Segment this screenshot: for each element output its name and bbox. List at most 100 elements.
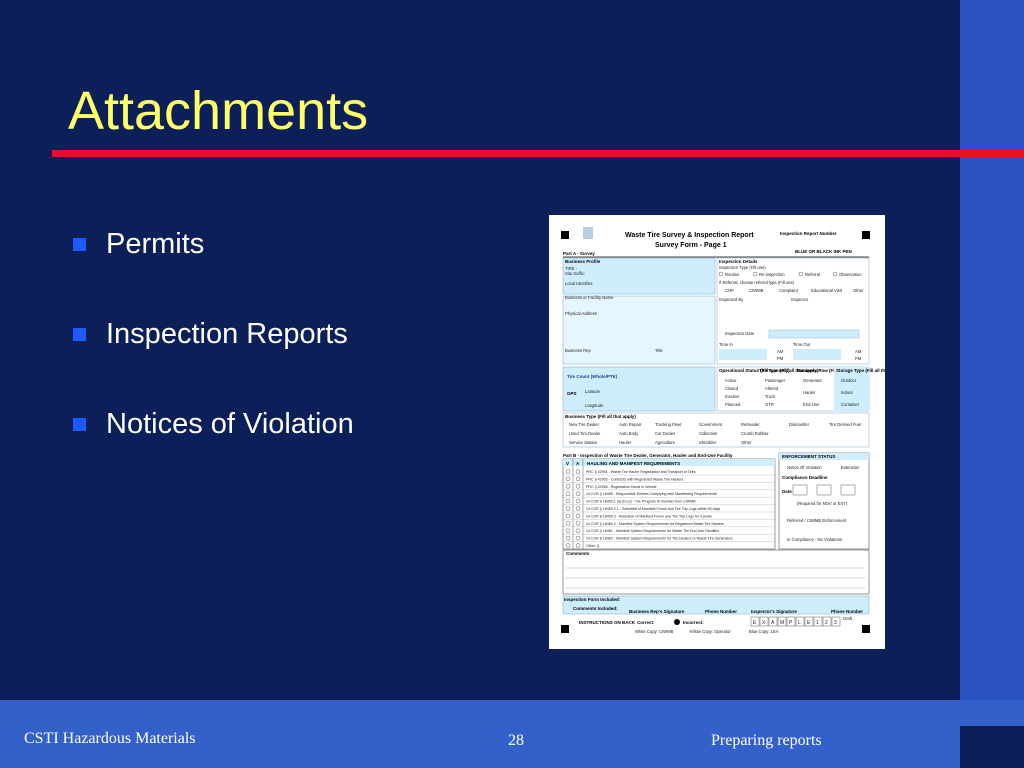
physical-address-label: Physical Address	[565, 311, 597, 316]
registration-mark	[862, 625, 870, 633]
svg-text:Correct:: Correct:	[637, 620, 655, 625]
requirement-row: PRC § 42953 - Contracts with Registered …	[586, 477, 684, 481]
form-subtitle: Survey Form - Page 1	[655, 242, 727, 249]
svg-text:Container: Container	[841, 402, 860, 407]
comments-label: Comments	[566, 551, 590, 556]
example-char: A	[771, 620, 775, 626]
time-out-label: Time Out	[793, 342, 811, 347]
svg-text:Compliance Deadline: Compliance Deadline	[782, 475, 828, 480]
svg-text:AM: AM	[777, 349, 784, 354]
example-char: L	[798, 620, 801, 626]
svg-text:Comments Included:: Comments Included:	[573, 606, 618, 611]
svg-text:Latitude: Latitude	[585, 389, 601, 394]
inspection-details-label: Inspection Details	[719, 259, 758, 264]
form-svg: Waste Tire Survey & Inspection Report Su…	[561, 227, 885, 634]
svg-text:Longitude: Longitude	[585, 403, 604, 408]
right-accent-band	[960, 0, 1024, 768]
registration-mark	[862, 231, 870, 239]
inspection-type-label: Inspection Type (Fill one)	[719, 265, 766, 270]
svg-text:Altered: Altered	[765, 386, 779, 391]
svg-text:Auto Repair: Auto Repair	[619, 422, 642, 427]
svg-text:PM: PM	[855, 356, 862, 361]
svg-text:Inspection Form Included:: Inspection Form Included:	[564, 597, 621, 602]
business-profile-label: Business Profile	[565, 259, 601, 264]
svg-text:Observation: Observation	[839, 272, 862, 277]
example-char: 3	[834, 620, 837, 626]
svg-text:Crumb Rubber: Crumb Rubber	[741, 431, 769, 436]
svg-text:Active: Active	[725, 378, 737, 383]
svg-text:Complaint: Complaint	[779, 288, 799, 293]
title-field-label: Title	[655, 348, 663, 353]
form-title: Waste Tire Survey & Inspection Report	[625, 232, 754, 239]
tire-count-label: Tire Count (Whole/PTE)	[567, 374, 618, 379]
requirement-row: Other: §	[586, 544, 599, 548]
business-rep-label: Business Rep	[565, 348, 592, 353]
svg-text:Agriculture: Agriculture	[655, 440, 676, 445]
bullet-item: Inspection Reports	[70, 312, 354, 402]
footer-course-name: CSTI Hazardous Materials	[24, 730, 196, 747]
svg-text:Other: Other	[853, 288, 864, 293]
footer-section-name: Preparing reports	[711, 732, 822, 749]
svg-text:Generator: Generator	[803, 378, 822, 383]
svg-text:Service Station: Service Station	[569, 440, 598, 445]
svg-text:Re-inspection: Re-inspection	[759, 272, 785, 277]
requirement-row: 14 CCR § 18460.2 - Manifest System Requi…	[586, 522, 724, 526]
svg-text:New Tire Dealer: New Tire Dealer	[569, 422, 600, 427]
svg-text:Collection: Collection	[699, 431, 718, 436]
square-bullet-icon	[73, 238, 86, 251]
svg-text:Hauler: Hauler	[619, 440, 632, 445]
svg-text:CHP: CHP	[725, 288, 734, 293]
bullet-item: Notices of Violation	[70, 402, 354, 492]
report-number-label: Inspection Report Number	[780, 231, 837, 236]
svg-text:Incorrect:: Incorrect:	[683, 620, 704, 625]
svg-text:Shredder: Shredder	[699, 440, 717, 445]
svg-text:Routine: Routine	[725, 272, 740, 277]
requirement-row: PRC § 42956 - Registration Decal in Vehi…	[586, 485, 657, 489]
svg-text:OTR: OTR	[765, 402, 774, 407]
svg-text:Date: Date	[782, 489, 792, 494]
example-char: E	[807, 620, 811, 626]
inspection-date-label: Inspection Date	[725, 331, 755, 336]
svg-text:Notice Of Violation: Notice Of Violation	[787, 465, 822, 470]
requirement-row: PRC § 42951 - Waste Tire Hauler Registra…	[586, 470, 696, 474]
svg-text:Indoor: Indoor	[841, 390, 853, 395]
time-in-label: Time In	[719, 342, 733, 347]
ink-note: BLUE OR BLACK INK PEN	[795, 249, 852, 254]
referral-label: If Referral, choose referral type (Fill …	[719, 280, 795, 285]
storage-type-label: Storage Type (Fill all that apply)	[836, 368, 885, 373]
svg-text:In Compliance - No Violations: In Compliance - No Violations	[787, 537, 842, 542]
svg-text:Used Tire Dealer: Used Tire Dealer	[569, 431, 601, 436]
inspected-by-label: Inspected By	[719, 297, 744, 302]
svg-text:Phone Number: Phone Number	[705, 609, 737, 614]
example-char: X	[762, 620, 766, 626]
svg-text:Inactive: Inactive	[725, 394, 740, 399]
svg-text:Auto Body: Auto Body	[619, 431, 639, 436]
registration-mark	[561, 231, 569, 239]
svg-text:Dismantler: Dismantler	[789, 422, 810, 427]
slide-title: Attachments	[68, 81, 369, 141]
state-seal-icon	[583, 227, 593, 239]
svg-text:Blue Copy: LEA: Blue Copy: LEA	[749, 629, 779, 634]
svg-text:Passenger: Passenger	[765, 378, 786, 383]
svg-text:Tire Derived Fuel: Tire Derived Fuel	[829, 422, 861, 427]
svg-text:Draft: Draft	[843, 616, 853, 621]
enforcement-status-label: ENFORCEMENT STATUS	[782, 454, 835, 459]
svg-text:Trucking Fleet: Trucking Fleet	[655, 422, 682, 427]
business-name-label: Business or Facility Name	[565, 295, 614, 300]
svg-text:Referred / CIWMB Enforcement: Referred / CIWMB Enforcement	[787, 518, 847, 523]
requirement-row: 14 CCR § 18459.2.1 - Submittal of Manife…	[586, 507, 720, 511]
svg-text:Retreader: Retreader	[741, 422, 760, 427]
registration-mark	[561, 625, 569, 633]
part-a-label: Part A - Survey	[563, 251, 595, 256]
example-char: E	[753, 620, 757, 626]
square-bullet-icon	[73, 328, 86, 341]
svg-text:Car Dealer: Car Dealer	[655, 431, 676, 436]
comments-box	[562, 549, 870, 595]
svg-text:V: V	[566, 461, 569, 466]
requirement-row: 14 CCR § 18461 - Manifest System Require…	[586, 529, 719, 533]
svg-text:Closed: Closed	[725, 386, 739, 391]
bullet-label: Inspection Reports	[106, 318, 348, 350]
svg-text:Yellow Copy: Operator: Yellow Copy: Operator	[689, 629, 731, 634]
svg-text:Government: Government	[699, 422, 723, 427]
requirement-row: 14 CCR § 18459 - Responsible Entities Co…	[586, 492, 717, 496]
